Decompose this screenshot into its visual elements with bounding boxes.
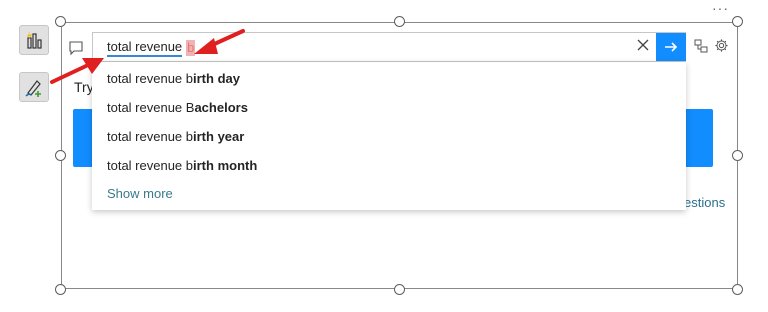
resize-handle[interactable] [394, 284, 405, 295]
more-options-icon[interactable]: ··· [712, 0, 729, 16]
resize-handle[interactable] [732, 284, 743, 295]
suggestion-item[interactable]: total revenue birth day [107, 71, 240, 86]
try-heading: Try [74, 79, 94, 95]
close-icon [637, 39, 649, 51]
resize-handle[interactable] [732, 150, 743, 161]
comment-icon[interactable] [68, 40, 84, 56]
visual-chart-button[interactable] [19, 25, 49, 55]
submit-button[interactable] [656, 33, 686, 61]
see-suggestions-link[interactable]: estions [684, 195, 725, 210]
arrow-right-icon [665, 42, 678, 52]
format-visual-button[interactable] [19, 72, 49, 102]
show-more-link[interactable]: Show more [107, 186, 173, 201]
resize-handle[interactable] [55, 16, 66, 27]
qa-search-input[interactable]: total revenue b [107, 39, 196, 57]
share-icon[interactable] [694, 39, 708, 53]
resize-handle[interactable] [732, 16, 743, 27]
pending-text: b [186, 40, 196, 56]
qa-search-box[interactable]: total revenue b [92, 32, 686, 62]
gear-icon[interactable] [714, 38, 729, 53]
suggestion-item[interactable]: total revenue birth year [107, 129, 244, 144]
resize-handle[interactable] [394, 16, 405, 27]
suggestion-item[interactable]: total revenue Bachelors [107, 100, 248, 115]
suggestion-item[interactable]: total revenue birth month [107, 158, 257, 173]
resize-handle[interactable] [55, 284, 66, 295]
suggestion-dropdown: total revenue birth day total revenue Ba… [92, 62, 686, 210]
typed-text: total revenue [107, 39, 183, 57]
clear-button[interactable] [636, 38, 650, 52]
format-brush-icon [25, 80, 41, 97]
visual-chart-icon [27, 31, 42, 49]
resize-handle[interactable] [55, 150, 66, 161]
